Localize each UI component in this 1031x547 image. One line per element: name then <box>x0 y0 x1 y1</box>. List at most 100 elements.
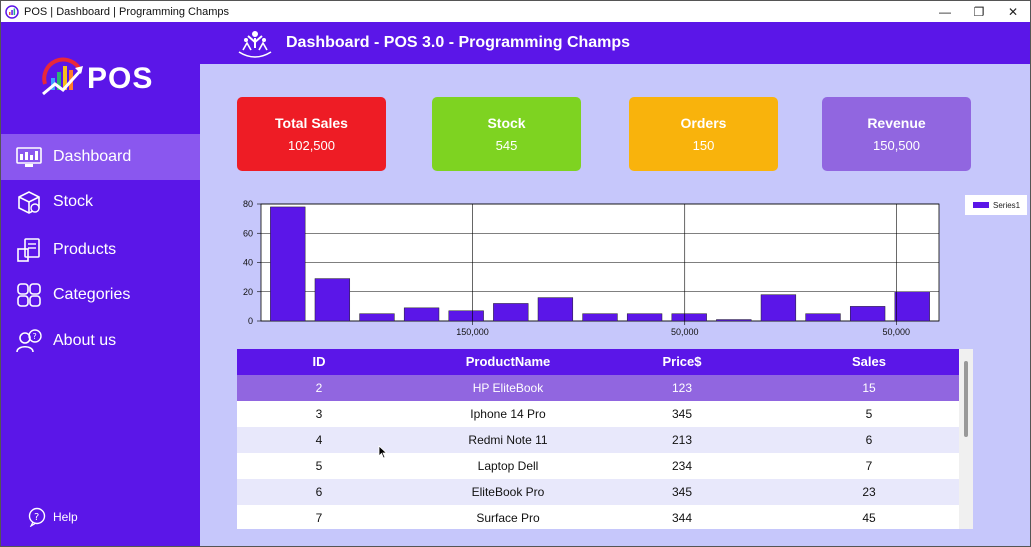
y-tick-label: 0 <box>248 316 253 326</box>
chart-bar <box>805 313 841 322</box>
sidebar-item-categories[interactable]: Categories <box>1 272 200 318</box>
y-tick-label: 80 <box>243 199 253 209</box>
table-row[interactable]: 2 HP EliteBook 123 15 <box>237 375 959 401</box>
column-header-id[interactable]: ID <box>277 349 361 375</box>
table-row[interactable]: 7 Surface Pro 344 45 <box>237 505 959 529</box>
cell-id: 3 <box>315 407 323 421</box>
x-tick-label: 50,000 <box>671 327 699 337</box>
sidebar-item-dashboard[interactable]: Dashboard <box>1 134 200 180</box>
cell-name: Redmi Note 11 <box>468 433 548 447</box>
cell-id: 7 <box>315 511 323 525</box>
card-stock: Stock 545 <box>432 97 581 171</box>
logo-chart-icon <box>42 57 83 96</box>
card-value: 150,500 <box>873 138 920 153</box>
table-header: ID ProductName Price$ Sales <box>237 349 959 375</box>
card-revenue: Revenue 150,500 <box>822 97 971 171</box>
sidebar-item-products[interactable]: Products <box>1 227 200 273</box>
cell-price: 345 <box>671 485 693 499</box>
cell-name: Iphone 14 Pro <box>470 407 546 421</box>
close-button[interactable]: ✕ <box>996 1 1030 22</box>
column-header-sales[interactable]: Sales <box>794 349 944 375</box>
mouse-cursor-icon <box>378 445 388 459</box>
box-icon <box>15 188 43 216</box>
cell-price: 123 <box>671 381 693 395</box>
card-orders: Orders 150 <box>629 97 778 171</box>
column-header-price[interactable]: Price$ <box>611 349 753 375</box>
chart-bar <box>270 206 306 322</box>
chart-bar <box>537 297 574 322</box>
table-scrollbar[interactable] <box>959 349 973 529</box>
help-icon: ? <box>28 507 46 527</box>
cell-name: EliteBook Pro <box>471 485 545 499</box>
maximize-button[interactable]: ❐ <box>962 1 996 22</box>
cell-id: 5 <box>315 459 323 473</box>
sidebar: POS Dashboard Stock Products Categories <box>1 22 200 546</box>
sidebar-item-about[interactable]: ? About us <box>1 318 200 364</box>
chart-bar <box>849 306 886 322</box>
legend-swatch <box>973 202 989 208</box>
x-tick-label: 50,000 <box>883 327 911 337</box>
y-tick-label: 20 <box>243 287 253 297</box>
cell-id: 4 <box>315 433 323 447</box>
help-label: Help <box>53 510 78 524</box>
cell-id: 2 <box>315 381 323 395</box>
title-bar: POS | Dashboard | Programming Champs — ❐… <box>1 1 1030 22</box>
table-row[interactable]: 6 EliteBook Pro 345 23 <box>237 479 959 505</box>
chart-bar <box>582 313 618 322</box>
y-tick-label: 40 <box>243 258 253 268</box>
chart-bar <box>716 319 752 322</box>
svg-text:?: ? <box>33 332 37 341</box>
cell-sales: 5 <box>865 407 873 421</box>
card-title: Orders <box>680 115 727 131</box>
sidebar-item-stock[interactable]: Stock <box>1 179 200 225</box>
card-title: Total Sales <box>275 115 348 131</box>
chart-bar <box>626 313 663 322</box>
table-row[interactable]: 3 Iphone 14 Pro 345 5 <box>237 401 959 427</box>
products-icon <box>15 236 43 264</box>
svg-text:?: ? <box>34 512 39 523</box>
sidebar-item-label: Stock <box>53 193 94 210</box>
logo-text: POS <box>87 62 154 95</box>
chart-bar <box>403 307 440 322</box>
help-link[interactable]: ? Help <box>27 507 78 527</box>
card-value: 102,500 <box>288 138 335 153</box>
table-row[interactable]: 4 Redmi Note 11 213 6 <box>237 427 959 453</box>
card-title: Revenue <box>867 115 926 131</box>
cell-price: 344 <box>671 511 693 525</box>
legend-label: Series1 <box>993 200 1021 210</box>
sidebar-item-label: About us <box>53 332 117 349</box>
dashboard-icon <box>15 143 43 171</box>
page-title: Dashboard - POS 3.0 - Programming Champs <box>286 34 631 51</box>
column-header-productname[interactable]: ProductName <box>405 349 611 375</box>
cell-sales: 6 <box>865 433 873 447</box>
champs-logo-icon <box>238 31 272 58</box>
cell-sales: 7 <box>865 459 873 473</box>
window-title: POS | Dashboard | Programming Champs <box>24 5 230 18</box>
cell-price: 213 <box>671 433 693 447</box>
main-content: Total Sales 102,500 Stock 545 Orders 150… <box>200 64 1030 546</box>
y-tick-label: 60 <box>243 228 253 238</box>
cell-sales: 23 <box>862 485 876 499</box>
scrollbar-thumb[interactable] <box>964 361 968 437</box>
chart-bar <box>314 278 351 322</box>
chart-bar <box>493 303 529 322</box>
cell-id: 6 <box>315 485 323 499</box>
sidebar-item-label: Products <box>53 241 117 258</box>
cell-name: Surface Pro <box>476 511 540 525</box>
cell-name: HP EliteBook <box>472 381 544 395</box>
card-title: Stock <box>487 115 526 131</box>
products-table[interactable]: ID ProductName Price$ Sales 2 HP EliteBo… <box>237 349 973 529</box>
window-controls: — ❐ ✕ <box>928 1 1030 22</box>
table-row[interactable]: 5 Laptop Dell 234 7 <box>237 453 959 479</box>
sidebar-item-label: Dashboard <box>53 148 132 165</box>
chart-bar <box>359 313 395 322</box>
header-bar: Dashboard - POS 3.0 - Programming Champs <box>200 22 1030 64</box>
chart-legend: Series1 <box>965 195 1027 215</box>
about-icon: ? <box>15 327 43 355</box>
chart-bar <box>671 313 707 322</box>
chart-bar <box>448 310 484 322</box>
sales-bar-chart: 0 20 40 60 80 150,000 50,000 50,000 <box>243 199 940 337</box>
minimize-button[interactable]: — <box>928 1 962 22</box>
pos-logo: POS <box>39 54 169 114</box>
cell-sales: 15 <box>862 381 876 395</box>
